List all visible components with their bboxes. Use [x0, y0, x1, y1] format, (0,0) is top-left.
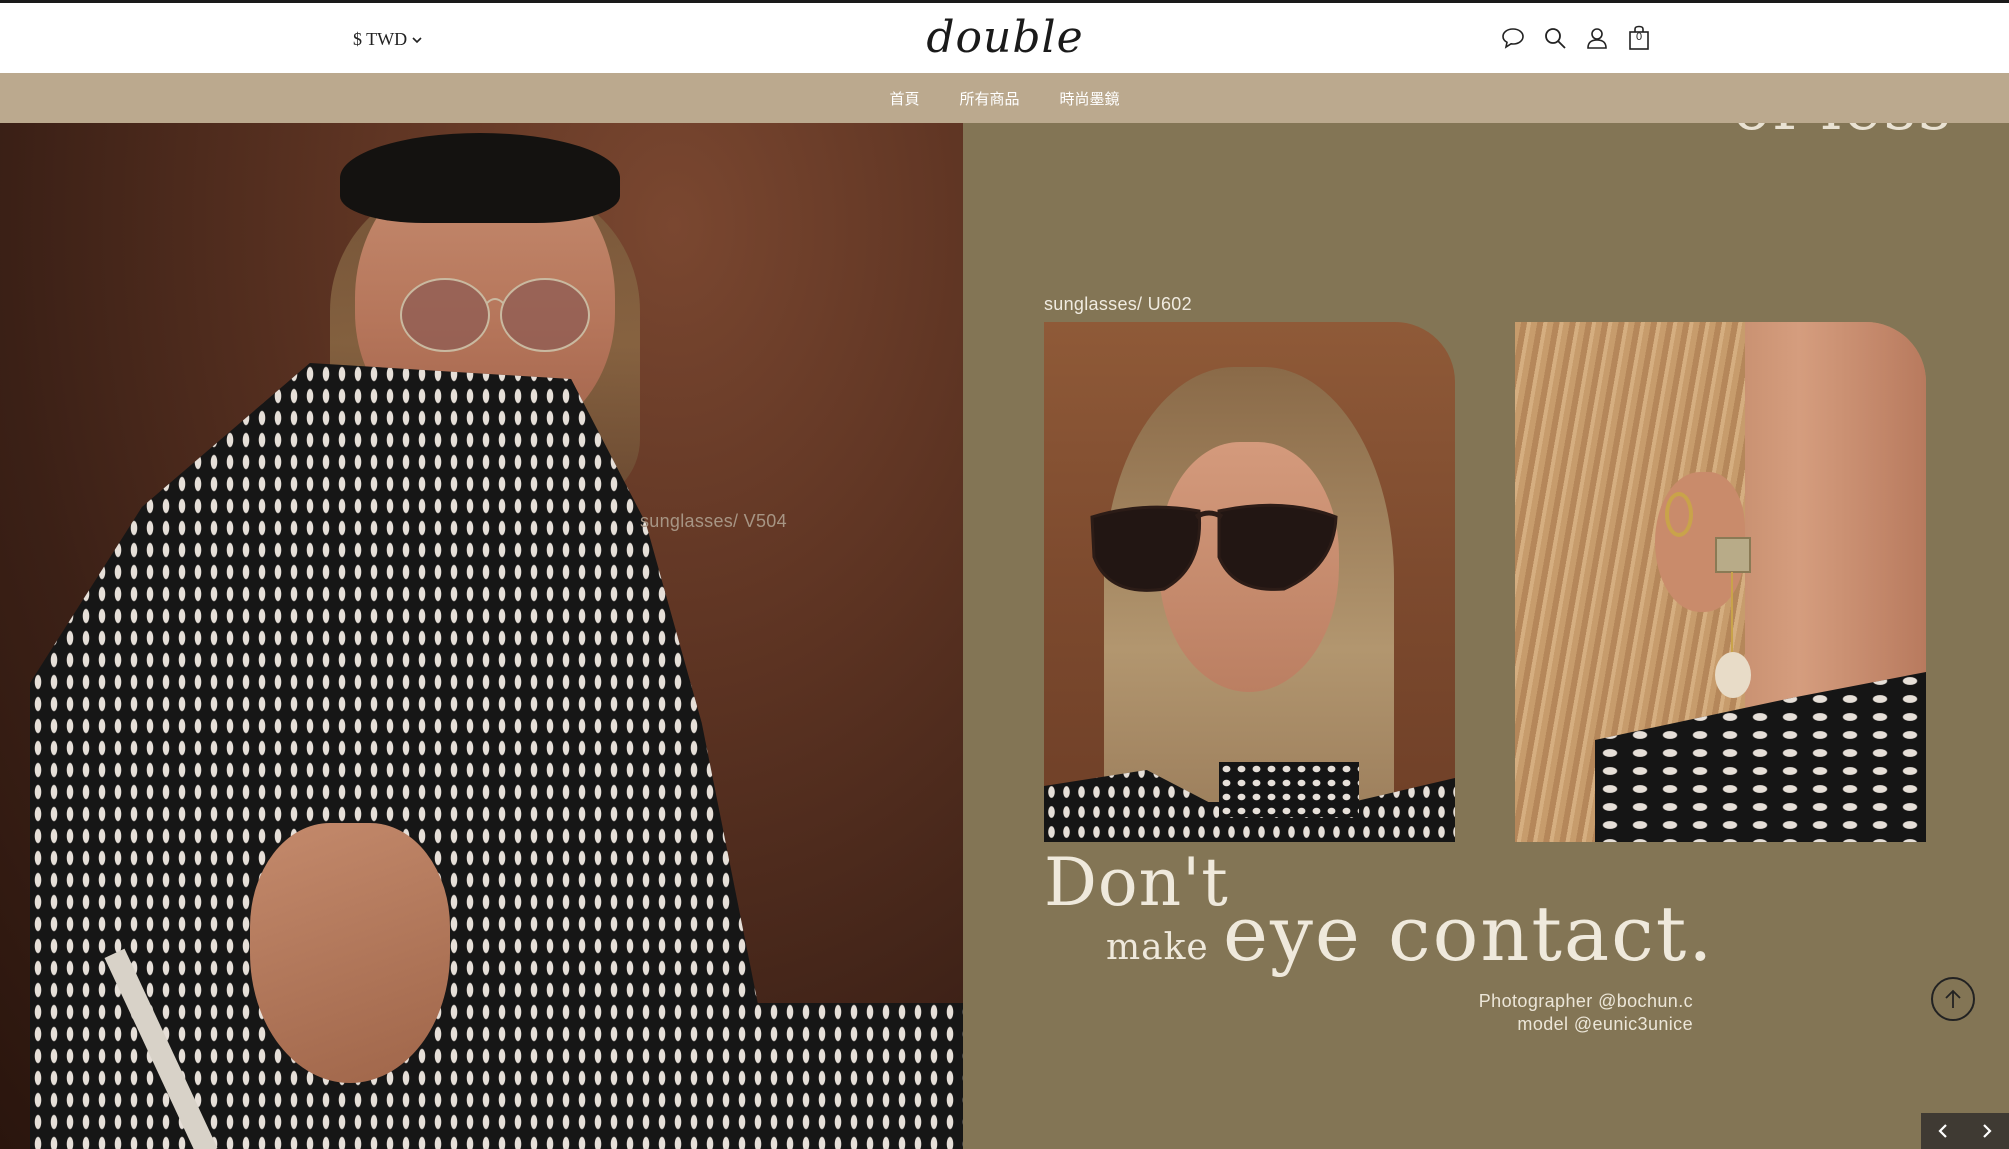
headline-dont: Don't	[1044, 844, 1229, 921]
chevron-right-icon	[1983, 1124, 1992, 1138]
site-header: $ TWD double U 0	[0, 0, 2009, 125]
patterned-dress	[30, 363, 963, 1149]
main-nav: 首頁 所有商品 時尚墨鏡	[0, 73, 2009, 123]
patterned-choker	[1219, 762, 1359, 817]
headline-make: make	[1106, 927, 1209, 968]
chat-icon[interactable]	[1500, 24, 1526, 52]
chevron-down-icon	[412, 36, 422, 43]
product-caption-u602[interactable]: sunglasses/ U602	[1044, 294, 1192, 315]
headline-top-fragment: of less	[1732, 123, 1953, 145]
arrow-up-icon	[1945, 989, 1961, 1008]
search-icon[interactable]	[1542, 24, 1568, 52]
currency-label: $ TWD	[353, 29, 408, 49]
slider-controls	[1921, 1113, 2009, 1149]
credit-model: model @eunic3unice	[1517, 1014, 1693, 1034]
nav-item-all-products[interactable]: 所有商品	[959, 88, 1019, 109]
cart-count-badge: 0	[1635, 31, 1643, 43]
headline-eye-contact: eye contact.	[1223, 889, 1715, 978]
sunglasses-v504-image	[400, 278, 590, 352]
hero-photo-left: sunglasses/ V504	[0, 123, 963, 1149]
hero-panel-right: of less sunglasses/ U602 Don't make eye …	[963, 123, 2009, 1149]
user-icon[interactable]	[1584, 24, 1610, 52]
shopping-bag-icon[interactable]: 0	[1626, 24, 1652, 52]
nav-item-sunglasses[interactable]: 時尚墨鏡	[1060, 88, 1120, 109]
photo-earring-closeup[interactable]	[1515, 322, 1926, 842]
product-caption-v504[interactable]: sunglasses/ V504	[640, 511, 787, 532]
slider-prev-button[interactable]	[1928, 1116, 1958, 1146]
currency-selector[interactable]: $ TWD	[353, 29, 422, 50]
credit-photographer: Photographer @bochun.c	[1478, 991, 1693, 1011]
beret	[340, 133, 620, 223]
back-to-top-button[interactable]	[1931, 977, 1975, 1021]
photo-sunglasses-u602[interactable]	[1044, 322, 1455, 842]
header-actions: 0	[1500, 24, 1652, 52]
sunglasses-u602-image	[1090, 503, 1338, 592]
site-logo[interactable]: double U	[925, 7, 1085, 125]
nav-item-home[interactable]: 首頁	[889, 88, 919, 109]
square-earring	[1715, 537, 1751, 573]
earring-drop	[1715, 652, 1751, 698]
ear-cuff	[1665, 492, 1693, 537]
chevron-left-icon	[1938, 1124, 1947, 1138]
slider-next-button[interactable]	[1972, 1116, 2002, 1146]
model-hand	[250, 823, 450, 1083]
earring-chain	[1731, 572, 1733, 654]
photo-credits: Photographer @bochun.c model @eunic3unic…	[1479, 990, 1693, 1036]
